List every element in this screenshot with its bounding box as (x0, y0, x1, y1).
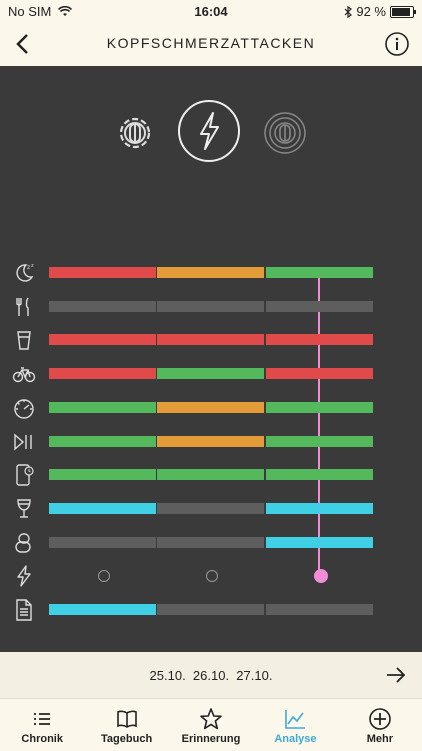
svg-text:z: z (27, 264, 30, 271)
plus-circle-icon (369, 708, 391, 730)
medication-icon (15, 532, 31, 553)
factor-bar[interactable] (157, 536, 264, 548)
factor-bar[interactable] (157, 435, 264, 447)
attack-marker-active[interactable] (313, 569, 328, 584)
info-icon[interactable] (384, 31, 410, 57)
notes-document-icon (16, 599, 32, 621)
tab-label: Chronik (21, 733, 63, 745)
page-title: KOPFSCHMERZATTACKEN (106, 35, 316, 51)
tab-analyse[interactable]: Analyse (253, 699, 337, 751)
factor-bar[interactable] (157, 469, 264, 481)
tab-label: Erinnerung (181, 733, 241, 745)
tab-mehr[interactable]: Mehr (338, 699, 422, 751)
factor-bar[interactable] (266, 502, 373, 514)
factor-bar[interactable] (49, 334, 156, 346)
star-icon (200, 708, 222, 730)
wine-glass-icon (17, 499, 31, 518)
battery-icon (390, 5, 416, 18)
factor-bar[interactable] (266, 368, 373, 380)
screen-time-icon (16, 464, 34, 486)
sleep-icon: zz (16, 263, 34, 282)
chart-icon (285, 710, 306, 729)
attack-marker[interactable] (205, 570, 218, 583)
tab-bar: Chronik Tagebuch Erinnerung Analyse Mehr (0, 698, 422, 751)
date-range-label: 25.10. 26.10. 27.10. (149, 668, 273, 683)
media-play-pause-icon (14, 432, 32, 451)
factor-bar[interactable] (49, 502, 156, 514)
tab-erinnerung[interactable]: Erinnerung (169, 699, 253, 751)
list-icon (34, 713, 51, 725)
factor-bar[interactable] (157, 300, 264, 312)
book-icon (116, 710, 137, 728)
factor-bar[interactable] (157, 368, 264, 380)
factor-bar[interactable] (266, 604, 373, 615)
factor-bar[interactable] (49, 435, 156, 447)
bluetooth-icon (344, 5, 353, 18)
tension-headache-type-icon[interactable] (262, 110, 308, 156)
date-range-bar: 25.10. 26.10. 27.10. (0, 652, 422, 698)
svg-text:z: z (31, 263, 34, 269)
factor-bar[interactable] (266, 300, 373, 312)
factor-bar[interactable] (266, 469, 373, 481)
factor-bar[interactable] (49, 604, 156, 615)
drink-glass-icon (17, 331, 31, 351)
tab-label: Tagebuch (101, 733, 153, 745)
tab-tagebuch[interactable]: Tagebuch (84, 699, 168, 751)
factor-bar[interactable] (157, 401, 264, 413)
factor-bar[interactable] (49, 300, 156, 312)
factor-bar[interactable] (49, 368, 156, 380)
migraine-attack-type-icon[interactable] (176, 98, 242, 164)
attack-marker[interactable] (97, 570, 110, 583)
analysis-chart: zz (0, 66, 422, 652)
battery-level (392, 7, 410, 16)
factor-bar[interactable] (266, 401, 373, 413)
factor-bar[interactable] (266, 267, 373, 278)
navigation-bar: KOPFSCHMERZATTACKEN (0, 22, 422, 66)
tab-label: Mehr (366, 733, 393, 745)
tab-chronik[interactable]: Chronik (0, 699, 84, 751)
tab-label: Analyse (274, 733, 317, 745)
pressure-headache-type-icon[interactable] (112, 110, 158, 156)
fork-knife-icon (16, 297, 29, 316)
status-bar: No SIM 16:04 92 % (0, 0, 422, 22)
factor-bar[interactable] (157, 604, 264, 615)
factor-bar[interactable] (49, 469, 156, 481)
bicycle-icon (12, 367, 36, 383)
factor-bar[interactable] (266, 435, 373, 447)
factor-bar[interactable] (49, 536, 156, 548)
factor-bar[interactable] (266, 536, 373, 548)
battery-percent: 92 % (356, 4, 386, 19)
factor-bar[interactable] (157, 334, 264, 346)
status-right: 92 % (344, 4, 416, 19)
factor-bar[interactable] (266, 334, 373, 346)
next-arrow-icon[interactable] (384, 663, 408, 687)
factor-bar[interactable] (157, 502, 264, 514)
factor-bar[interactable] (157, 267, 264, 278)
factor-bar[interactable] (49, 267, 156, 278)
factor-bar[interactable] (49, 401, 156, 413)
lightning-row-icon (17, 565, 31, 587)
selected-day-marker (318, 277, 320, 576)
stress-gauge-icon (14, 399, 34, 419)
